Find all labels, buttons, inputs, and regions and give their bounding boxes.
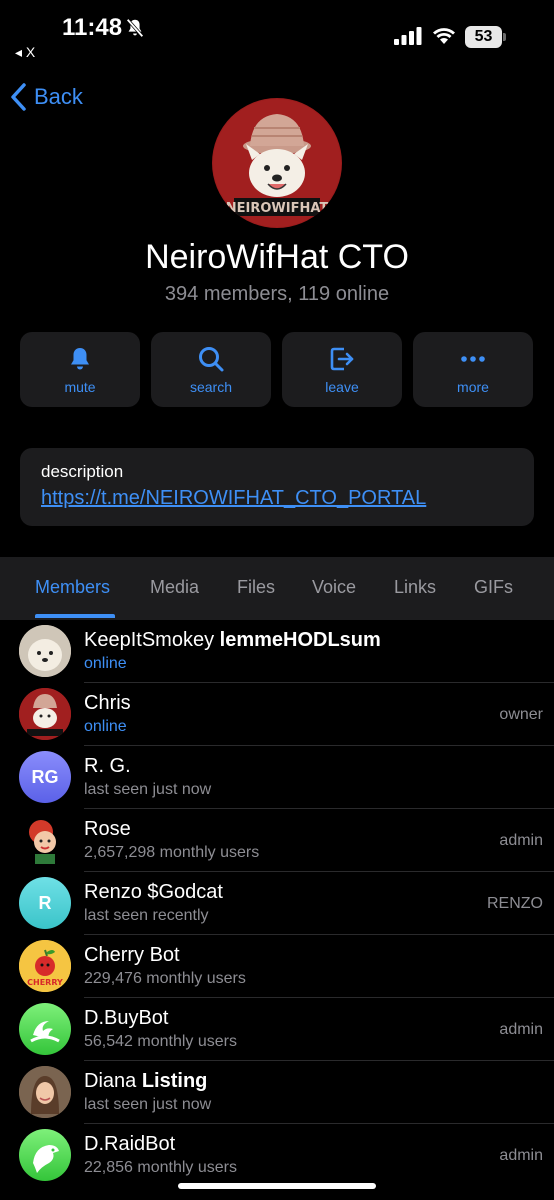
back-button[interactable]: Back xyxy=(10,82,83,112)
member-name: R. G. xyxy=(84,755,131,777)
chevron-left-icon xyxy=(11,83,26,111)
list-item[interactable]: Chris online owner xyxy=(0,683,554,746)
member-name: D.BuyBot xyxy=(84,1007,169,1029)
description-link[interactable]: https://t.me/NEIROWIFHAT_CTO_PORTAL xyxy=(41,487,513,510)
list-item[interactable]: D.RaidBot 22,856 monthly users admin xyxy=(0,1124,554,1187)
member-status: 2,657,298 monthly users xyxy=(84,844,260,861)
avatar xyxy=(19,1003,71,1055)
group-subtitle: 394 members, 119 online xyxy=(164,283,390,305)
avatar xyxy=(19,1066,71,1118)
tab-media[interactable]: Media xyxy=(150,577,199,598)
member-name: D.RaidBot xyxy=(84,1133,176,1155)
member-status: 22,856 monthly users xyxy=(84,1159,237,1176)
mute-label: mute xyxy=(64,378,96,395)
tab-gifs[interactable]: GIFs xyxy=(474,577,513,598)
tab-members[interactable]: Members xyxy=(35,577,110,598)
tab-files[interactable]: Files xyxy=(237,577,275,598)
battery-level: 53 xyxy=(465,26,502,48)
bell-icon xyxy=(71,347,89,369)
description-card: description https://t.me/NEIROWIFHAT_CTO… xyxy=(20,448,534,526)
member-status: last seen just now xyxy=(84,781,212,798)
back-to-app-link[interactable]: ◂ X xyxy=(15,44,35,61)
member-name: Chris xyxy=(84,692,131,714)
list-item[interactable]: CHERRY Cherry Bot 229,476 monthly users xyxy=(0,935,554,998)
leave-button[interactable]: leave xyxy=(282,332,402,407)
member-role-badge: admin xyxy=(499,832,543,849)
status-bar: 11:48 ◂ X 53 xyxy=(0,0,554,70)
leave-label: leave xyxy=(325,378,359,395)
member-status: last seen recently xyxy=(84,907,209,924)
member-name: KeepItSmokey lemmeHODLsum xyxy=(84,629,381,651)
status-time: 11:48 xyxy=(62,14,123,41)
mute-button[interactable]: mute xyxy=(20,332,140,407)
media-tabs: Members Media Files Voice Links GIFs xyxy=(0,557,554,620)
member-role-badge: admin xyxy=(499,1147,543,1164)
member-role-badge: admin xyxy=(499,1021,543,1038)
list-item[interactable]: KeepItSmokey lemmeHODLsum online xyxy=(0,620,554,683)
member-role-badge: owner xyxy=(499,706,543,723)
wifi-icon xyxy=(433,28,455,44)
avatar xyxy=(19,814,71,866)
list-item[interactable]: RG R. G. last seen just now xyxy=(0,746,554,809)
active-tab-indicator xyxy=(35,614,115,618)
list-item[interactable]: Diana Listing last seen just now xyxy=(0,1061,554,1124)
group-title: NeiroWifHat CTO xyxy=(145,238,409,276)
member-name: Diana Listing xyxy=(84,1070,208,1092)
description-label: description xyxy=(41,462,124,481)
avatar xyxy=(19,688,71,740)
member-status: 56,542 monthly users xyxy=(84,1033,237,1050)
members-list: KeepItSmokey lemmeHODLsum online Chris o… xyxy=(0,620,554,1187)
action-buttons: mute search leave more xyxy=(20,332,534,407)
tab-links[interactable]: Links xyxy=(394,577,436,598)
cherry-badge-text: CHERRY xyxy=(27,978,63,987)
home-indicator xyxy=(178,1183,376,1189)
avatar xyxy=(19,1129,71,1181)
shiba-hat-avatar-image: NEIROWIFHAT xyxy=(212,98,342,228)
leave-icon xyxy=(330,347,354,370)
group-avatar[interactable]: NEIROWIFHAT xyxy=(212,98,342,228)
tab-voice[interactable]: Voice xyxy=(312,577,356,598)
avatar xyxy=(19,625,71,677)
battery-indicator: 53 xyxy=(465,26,507,48)
member-status: last seen just now xyxy=(84,1096,212,1113)
back-label: Back xyxy=(34,84,83,109)
avatar-text: NEIROWIFHAT xyxy=(226,201,329,216)
member-name: Cherry Bot xyxy=(84,944,180,966)
more-icon xyxy=(461,355,485,362)
search-icon xyxy=(199,346,224,371)
more-button[interactable]: more xyxy=(413,332,533,407)
list-item[interactable]: D.BuyBot 56,542 monthly users admin xyxy=(0,998,554,1061)
member-name: Renzo $Godcat xyxy=(84,881,223,903)
search-button[interactable]: search xyxy=(151,332,271,407)
member-status: online xyxy=(84,655,127,672)
list-item[interactable]: Rose 2,657,298 monthly users admin xyxy=(0,809,554,872)
member-role-badge: RENZO xyxy=(487,895,543,912)
avatar: CHERRY xyxy=(19,940,71,992)
avatar: R xyxy=(19,877,71,929)
member-status: 229,476 monthly users xyxy=(84,970,246,987)
search-label: search xyxy=(189,378,233,395)
list-item[interactable]: R Renzo $Godcat last seen recently RENZO xyxy=(0,872,554,935)
member-status: online xyxy=(84,718,127,735)
bell-off-icon xyxy=(126,18,144,38)
avatar: RG xyxy=(19,751,71,803)
more-label: more xyxy=(457,378,489,395)
member-name: Rose xyxy=(84,818,131,840)
cellular-signal-icon xyxy=(394,27,422,45)
